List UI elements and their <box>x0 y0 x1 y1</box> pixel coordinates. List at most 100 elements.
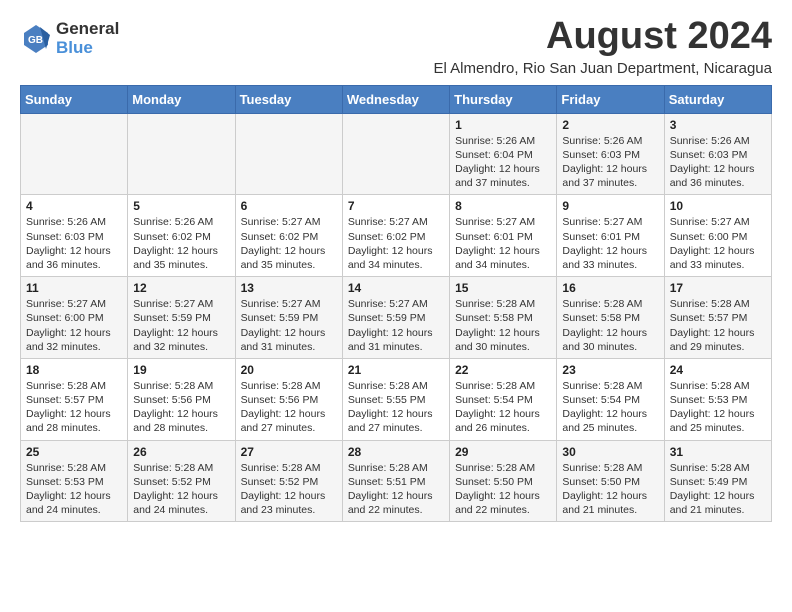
day-number: 24 <box>670 363 766 377</box>
subtitle: El Almendro, Rio San Juan Department, Ni… <box>433 60 772 77</box>
calendar-cell <box>21 113 128 195</box>
calendar-cell: 31 Sunrise: 5:28 AMSunset: 5:49 PMDayligh… <box>664 440 771 522</box>
calendar-cell: 11 Sunrise: 5:27 AMSunset: 6:00 PMDayligh… <box>21 277 128 359</box>
calendar-header: SundayMondayTuesdayWednesdayThursdayFrid… <box>21 85 772 113</box>
day-info: Sunrise: 5:28 AMSunset: 5:57 PMDaylight:… <box>26 379 122 436</box>
svg-text:GB: GB <box>28 35 43 46</box>
day-info: Sunrise: 5:27 AMSunset: 6:00 PMDaylight:… <box>670 215 766 272</box>
day-info: Sunrise: 5:27 AMSunset: 6:00 PMDaylight:… <box>26 297 122 354</box>
day-number: 12 <box>133 281 229 295</box>
calendar-cell: 14 Sunrise: 5:27 AMSunset: 5:59 PMDayligh… <box>342 277 449 359</box>
day-info: Sunrise: 5:27 AMSunset: 5:59 PMDaylight:… <box>241 297 337 354</box>
calendar-cell <box>342 113 449 195</box>
day-info: Sunrise: 5:27 AMSunset: 5:59 PMDaylight:… <box>348 297 444 354</box>
calendar-cell: 27 Sunrise: 5:28 AMSunset: 5:52 PMDayligh… <box>235 440 342 522</box>
day-number: 26 <box>133 445 229 459</box>
day-number: 31 <box>670 445 766 459</box>
day-info: Sunrise: 5:27 AMSunset: 6:02 PMDaylight:… <box>348 215 444 272</box>
day-number: 19 <box>133 363 229 377</box>
day-info: Sunrise: 5:28 AMSunset: 5:53 PMDaylight:… <box>670 379 766 436</box>
header: GB General Blue August 2024 El Almendro,… <box>20 16 772 77</box>
calendar-cell: 23Sunrise: 5:28 AMSunset: 5:54 PMDayligh… <box>557 358 664 440</box>
calendar-cell: 15 Sunrise: 5:28 AMSunset: 5:58 PMDayligh… <box>450 277 557 359</box>
day-info: Sunrise: 5:28 AMSunset: 5:49 PMDaylight:… <box>670 461 766 518</box>
calendar-cell: 24 Sunrise: 5:28 AMSunset: 5:53 PMDayligh… <box>664 358 771 440</box>
calendar-cell: 7Sunrise: 5:27 AMSunset: 6:02 PMDaylight… <box>342 195 449 277</box>
day-number: 9 <box>562 199 658 213</box>
day-info: Sunrise: 5:28 AMSunset: 5:53 PMDaylight:… <box>26 461 122 518</box>
day-number: 27 <box>241 445 337 459</box>
calendar-cell: 5Sunrise: 5:26 AMSunset: 6:02 PMDaylight… <box>128 195 235 277</box>
day-number: 16 <box>562 281 658 295</box>
calendar-cell: 28 Sunrise: 5:28 AMSunset: 5:51 PMDayligh… <box>342 440 449 522</box>
day-info: Sunrise: 5:28 AMSunset: 5:56 PMDaylight:… <box>133 379 229 436</box>
calendar-cell: 6 Sunrise: 5:27 AMSunset: 6:02 PMDaylight… <box>235 195 342 277</box>
calendar-cell: 10 Sunrise: 5:27 AMSunset: 6:00 PMDayligh… <box>664 195 771 277</box>
calendar-week-5: 25 Sunrise: 5:28 AMSunset: 5:53 PMDayligh… <box>21 440 772 522</box>
day-info: Sunrise: 5:26 AMSunset: 6:04 PMDaylight:… <box>455 134 551 191</box>
calendar-cell: 21 Sunrise: 5:28 AMSunset: 5:55 PMDayligh… <box>342 358 449 440</box>
day-number: 6 <box>241 199 337 213</box>
day-info: Sunrise: 5:28 AMSunset: 5:57 PMDaylight:… <box>670 297 766 354</box>
calendar-header-saturday: Saturday <box>664 85 771 113</box>
day-info: Sunrise: 5:28 AMSunset: 5:54 PMDaylight:… <box>455 379 551 436</box>
day-number: 29 <box>455 445 551 459</box>
calendar-header-thursday: Thursday <box>450 85 557 113</box>
day-info: Sunrise: 5:26 AMSunset: 6:03 PMDaylight:… <box>670 134 766 191</box>
day-number: 20 <box>241 363 337 377</box>
day-info: Sunrise: 5:27 AMSunset: 6:01 PMDaylight:… <box>455 215 551 272</box>
calendar-cell: 29 Sunrise: 5:28 AMSunset: 5:50 PMDayligh… <box>450 440 557 522</box>
calendar-cell: 12Sunrise: 5:27 AMSunset: 5:59 PMDayligh… <box>128 277 235 359</box>
day-number: 11 <box>26 281 122 295</box>
day-info: Sunrise: 5:28 AMSunset: 5:58 PMDaylight:… <box>562 297 658 354</box>
logo-general-text: General <box>56 20 119 39</box>
calendar-cell: 2 Sunrise: 5:26 AMSunset: 6:03 PMDaylight… <box>557 113 664 195</box>
day-info: Sunrise: 5:28 AMSunset: 5:55 PMDaylight:… <box>348 379 444 436</box>
day-number: 4 <box>26 199 122 213</box>
calendar-cell: 18 Sunrise: 5:28 AMSunset: 5:57 PMDayligh… <box>21 358 128 440</box>
day-number: 3 <box>670 118 766 132</box>
logo-text: General Blue <box>56 20 119 57</box>
logo: GB General Blue <box>20 20 119 57</box>
calendar-header-wednesday: Wednesday <box>342 85 449 113</box>
main-title: August 2024 <box>433 16 772 58</box>
calendar-header-sunday: Sunday <box>21 85 128 113</box>
day-number: 18 <box>26 363 122 377</box>
calendar-cell: 19 Sunrise: 5:28 AMSunset: 5:56 PMDayligh… <box>128 358 235 440</box>
day-info: Sunrise: 5:27 AMSunset: 6:02 PMDaylight:… <box>241 215 337 272</box>
day-number: 28 <box>348 445 444 459</box>
day-info: Sunrise: 5:26 AMSunset: 6:02 PMDaylight:… <box>133 215 229 272</box>
logo-blue-text: Blue <box>56 39 119 58</box>
day-number: 15 <box>455 281 551 295</box>
calendar-cell: 16 Sunrise: 5:28 AMSunset: 5:58 PMDayligh… <box>557 277 664 359</box>
day-number: 23 <box>562 363 658 377</box>
day-number: 14 <box>348 281 444 295</box>
day-number: 21 <box>348 363 444 377</box>
day-number: 1 <box>455 118 551 132</box>
day-number: 30 <box>562 445 658 459</box>
calendar-cell: 17Sunrise: 5:28 AMSunset: 5:57 PMDayligh… <box>664 277 771 359</box>
day-info: Sunrise: 5:28 AMSunset: 5:50 PMDaylight:… <box>455 461 551 518</box>
day-number: 13 <box>241 281 337 295</box>
day-number: 22 <box>455 363 551 377</box>
calendar-week-3: 11 Sunrise: 5:27 AMSunset: 6:00 PMDayligh… <box>21 277 772 359</box>
day-number: 8 <box>455 199 551 213</box>
title-section: August 2024 El Almendro, Rio San Juan De… <box>433 16 772 77</box>
day-number: 2 <box>562 118 658 132</box>
calendar-cell: 30Sunrise: 5:28 AMSunset: 5:50 PMDayligh… <box>557 440 664 522</box>
calendar-cell: 20Sunrise: 5:28 AMSunset: 5:56 PMDayligh… <box>235 358 342 440</box>
day-info: Sunrise: 5:28 AMSunset: 5:52 PMDaylight:… <box>241 461 337 518</box>
day-number: 25 <box>26 445 122 459</box>
day-number: 10 <box>670 199 766 213</box>
day-info: Sunrise: 5:26 AMSunset: 6:03 PMDaylight:… <box>562 134 658 191</box>
calendar-table: SundayMondayTuesdayWednesdayThursdayFrid… <box>20 85 772 522</box>
calendar-week-4: 18 Sunrise: 5:28 AMSunset: 5:57 PMDayligh… <box>21 358 772 440</box>
day-info: Sunrise: 5:28 AMSunset: 5:58 PMDaylight:… <box>455 297 551 354</box>
calendar-cell: 22 Sunrise: 5:28 AMSunset: 5:54 PMDayligh… <box>450 358 557 440</box>
calendar-cell: 26Sunrise: 5:28 AMSunset: 5:52 PMDayligh… <box>128 440 235 522</box>
calendar-cell: 4Sunrise: 5:26 AMSunset: 6:03 PMDaylight… <box>21 195 128 277</box>
calendar-cell: 1 Sunrise: 5:26 AMSunset: 6:04 PMDaylight… <box>450 113 557 195</box>
day-info: Sunrise: 5:28 AMSunset: 5:51 PMDaylight:… <box>348 461 444 518</box>
calendar-body: 1 Sunrise: 5:26 AMSunset: 6:04 PMDaylight… <box>21 113 772 521</box>
calendar-week-1: 1 Sunrise: 5:26 AMSunset: 6:04 PMDaylight… <box>21 113 772 195</box>
